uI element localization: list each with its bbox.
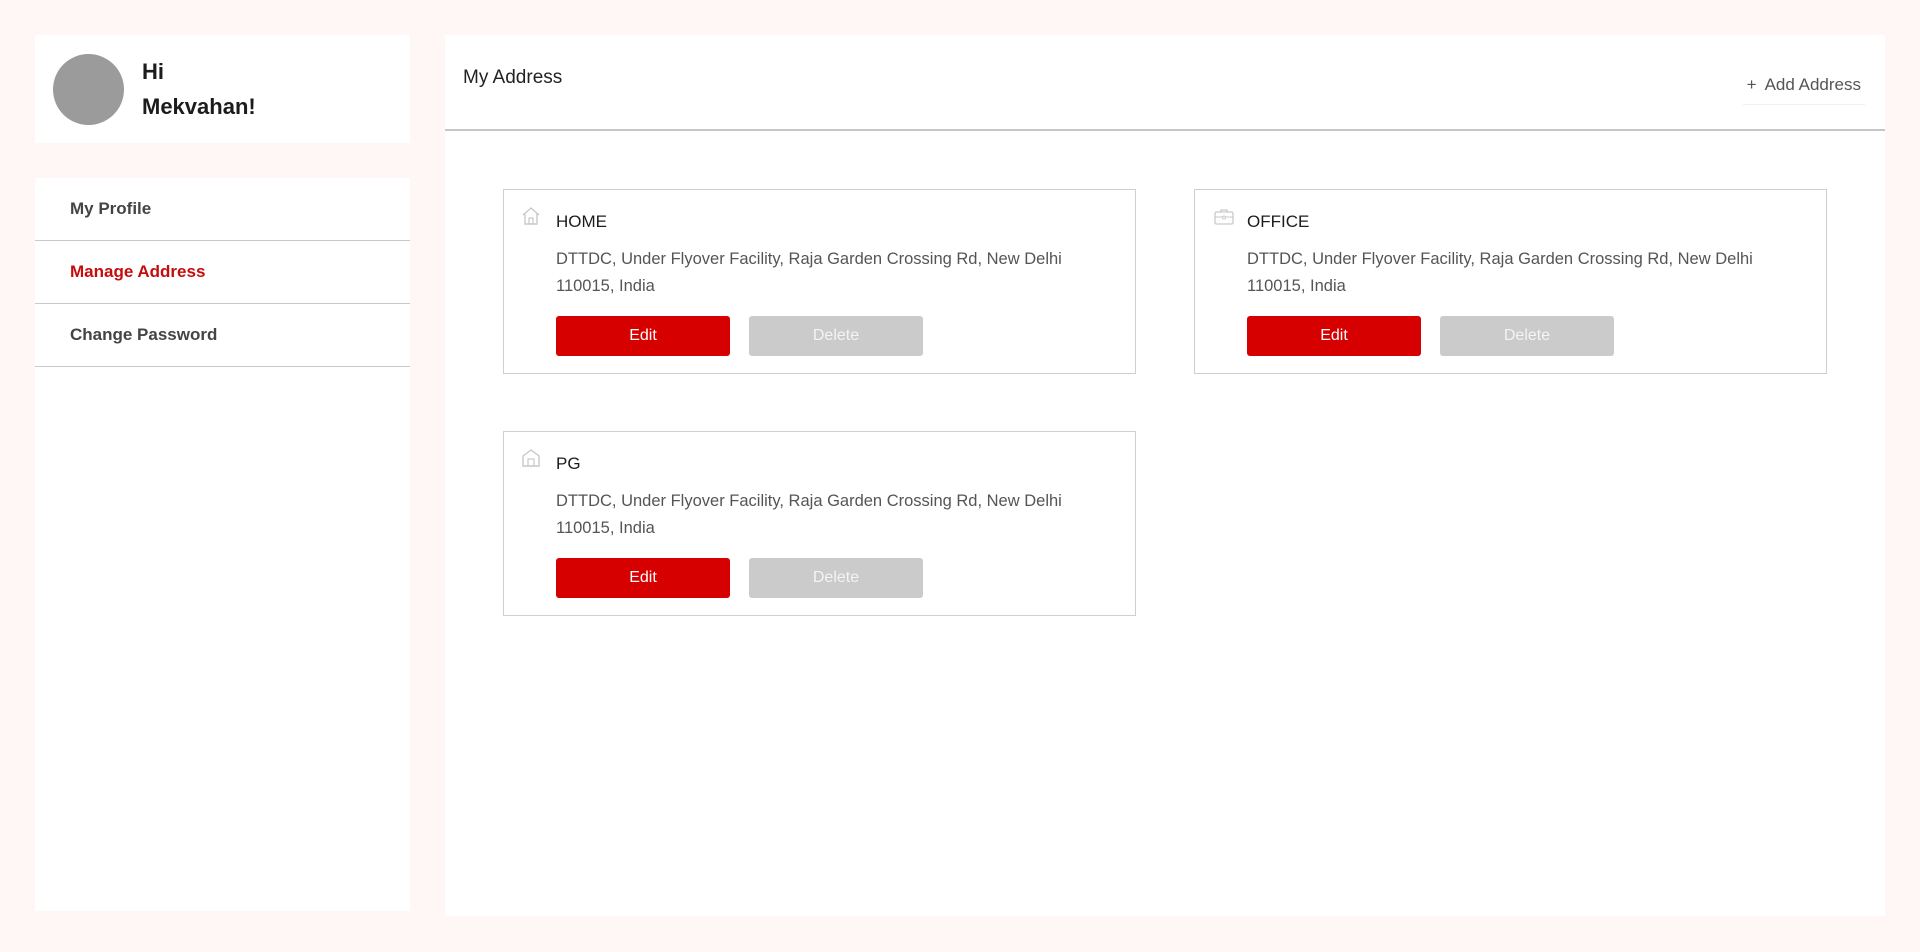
sidebar-item-label: My Profile <box>70 199 152 218</box>
delete-button[interactable]: Delete <box>749 316 923 356</box>
sidebar: My Profile Manage Address Change Passwor… <box>35 178 410 911</box>
briefcase-icon <box>1214 209 1234 225</box>
sidebar-item-manage-address[interactable]: Manage Address <box>35 241 410 304</box>
add-address-button[interactable]: + Add Address <box>1742 65 1865 105</box>
home-icon <box>522 207 540 225</box>
address-type-label: OFFICE <box>1247 212 1310 231</box>
main-panel: My Address + Add Address HOME DTTDC, Und… <box>445 35 1885 916</box>
address-text: DTTDC, Under Flyover Facility, Raja Gard… <box>1247 250 1753 295</box>
edit-button[interactable]: Edit <box>556 316 730 356</box>
address-text: DTTDC, Under Flyover Facility, Raja Gard… <box>556 492 1062 537</box>
plus-icon: + <box>1746 74 1757 94</box>
greeting-hi: Hi <box>142 59 164 84</box>
address-card-pg: PG DTTDC, Under Flyover Facility, Raja G… <box>503 431 1136 616</box>
address-text: DTTDC, Under Flyover Facility, Raja Gard… <box>556 250 1062 295</box>
sidebar-item-label: Change Password <box>70 325 218 344</box>
avatar[interactable] <box>53 53 124 125</box>
main-header: My Address + Add Address <box>445 35 1885 131</box>
edit-button[interactable]: Edit <box>1247 316 1421 356</box>
edit-button[interactable]: Edit <box>556 558 730 598</box>
user-name: Mekvahan! <box>142 94 256 119</box>
address-card-home: HOME DTTDC, Under Flyover Facility, Raja… <box>503 189 1136 374</box>
address-type-label: PG <box>556 454 581 473</box>
address-card-office: OFFICE DTTDC, Under Flyover Facility, Ra… <box>1194 189 1827 374</box>
add-address-label: Add Address <box>1764 74 1861 94</box>
greeting-text: Hi Mekvahan! <box>142 54 256 124</box>
address-type-label: HOME <box>556 212 607 231</box>
page-title: My Address <box>463 67 563 88</box>
sidebar-item-change-password[interactable]: Change Password <box>35 304 410 367</box>
sidebar-item-my-profile[interactable]: My Profile <box>35 178 410 241</box>
delete-button[interactable]: Delete <box>1440 316 1614 356</box>
building-icon <box>522 449 540 467</box>
delete-button[interactable]: Delete <box>749 558 923 598</box>
sidebar-item-label: Manage Address <box>70 262 206 281</box>
user-greeting-card: Hi Mekvahan! <box>35 35 410 143</box>
